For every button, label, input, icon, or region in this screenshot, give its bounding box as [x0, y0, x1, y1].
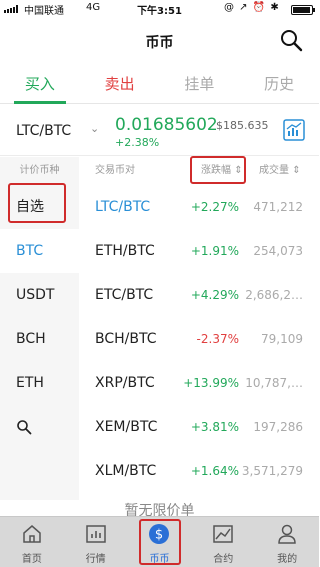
row-change: +4.29%: [190, 288, 239, 302]
battery-icon: [291, 5, 315, 15]
highlight-coin-trade: [139, 519, 181, 565]
pair-selector[interactable]: LTC/BTC: [16, 123, 71, 139]
row-volume: 254,073: [253, 244, 303, 258]
row-volume: 471,212: [253, 200, 303, 214]
highlight-change-sort: [190, 156, 246, 184]
row-change: -2.37%: [196, 332, 239, 346]
price-change: +2.38%: [115, 136, 160, 149]
row-pair: XRP/BTC: [95, 375, 155, 391]
quote-currency-header: 计价币种: [19, 165, 60, 176]
row-pair: ETC/BTC: [95, 287, 154, 303]
menu-item-btc[interactable]: BTC: [0, 229, 79, 273]
home-icon: [23, 525, 41, 543]
system-icons: @ ↗ ⏰ ✱: [224, 2, 280, 13]
usd-price: $185.635: [216, 119, 269, 132]
nav-home[interactable]: 首页: [0, 517, 64, 567]
last-price: 0.01685602: [115, 115, 218, 135]
row-volume: 79,109: [261, 332, 303, 346]
row-pair: LTC/BTC: [95, 199, 151, 215]
search-icon: [17, 420, 32, 435]
row-change: +3.81%: [190, 420, 239, 434]
row-change: +1.91%: [190, 244, 239, 258]
chart-icon[interactable]: [283, 119, 305, 141]
col-header-pair: 交易币对: [95, 165, 135, 176]
trade-tabs: 买入 卖出 挂单 历史: [0, 64, 319, 104]
app-screen: 中国联通 4G 下午3:51 @ ↗ ⏰ ✱ 币币 买入 卖出 挂单 历史 LT…: [0, 0, 319, 567]
table-row[interactable]: ETH/BTC +1.91% 254,073: [79, 229, 319, 273]
contract-chart-icon: [213, 525, 234, 543]
tab-sell[interactable]: 卖出: [80, 64, 160, 103]
row-change: +2.27%: [190, 200, 239, 214]
nav-contract[interactable]: 合约: [191, 517, 255, 567]
row-volume: 197,286: [253, 420, 303, 434]
nav-profile-label: 我的: [277, 554, 298, 565]
row-pair: XEM/BTC: [95, 419, 158, 435]
pair-summary: LTC/BTC ⌄ 0.01685602 $185.635 +2.38%: [0, 106, 319, 156]
search-icon[interactable]: [279, 28, 303, 52]
sort-icon: ⇕: [292, 165, 301, 176]
chevron-down-icon[interactable]: ⌄: [90, 122, 99, 135]
tab-history[interactable]: 历史: [239, 64, 319, 103]
user-icon: [278, 524, 296, 544]
page-title: 币币: [145, 35, 174, 51]
table-row[interactable]: LTC/BTC +2.27% 471,212: [79, 185, 319, 229]
market-chart-icon: [85, 525, 106, 543]
nav-contract-label: 合约: [213, 554, 234, 565]
col-header-volume-label: 成交量: [259, 165, 289, 176]
header: 币币: [0, 22, 319, 62]
row-pair: XLM/BTC: [95, 463, 157, 479]
table-row[interactable]: XLM/BTC +1.64% 3,571,279: [79, 449, 319, 493]
table-row[interactable]: XRP/BTC +13.99% 10,787,…: [79, 361, 319, 405]
row-change: +13.99%: [183, 376, 239, 390]
tab-buy[interactable]: 买入: [0, 64, 80, 104]
menu-item-search[interactable]: [0, 405, 79, 449]
menu-item-usdt[interactable]: USDT: [0, 273, 79, 317]
highlight-favorites: [8, 183, 66, 223]
tab-orders[interactable]: 挂单: [160, 64, 240, 103]
col-header-volume[interactable]: 成交量 ⇕: [259, 157, 301, 185]
table-row[interactable]: XEM/BTC +3.81% 197,286: [79, 405, 319, 449]
table-row[interactable]: ETC/BTC +4.29% 2,686,2…: [79, 273, 319, 317]
table-row[interactable]: BCH/BTC -2.37% 79,109: [79, 317, 319, 361]
row-pair: ETH/BTC: [95, 243, 155, 259]
menu-item-eth[interactable]: ETH: [0, 361, 79, 405]
row-volume: 10,787,…: [245, 376, 303, 390]
status-bar: 中国联通 4G 下午3:51 @ ↗ ⏰ ✱: [0, 0, 319, 18]
nav-market[interactable]: 行情: [64, 517, 128, 567]
row-change: +1.64%: [190, 464, 239, 478]
row-pair: BCH/BTC: [95, 331, 157, 347]
nav-market-label: 行情: [85, 554, 106, 565]
nav-home-label: 首页: [21, 554, 42, 565]
nav-profile[interactable]: 我的: [255, 517, 319, 567]
pair-list: 交易币对 涨跌幅 ⇕ 成交量 ⇕ LTC/BTC +2.27% 471,212 …: [79, 157, 319, 500]
menu-item-bch[interactable]: BCH: [0, 317, 79, 361]
row-volume: 2,686,2…: [245, 288, 303, 302]
row-volume: 3,571,279: [241, 464, 303, 478]
